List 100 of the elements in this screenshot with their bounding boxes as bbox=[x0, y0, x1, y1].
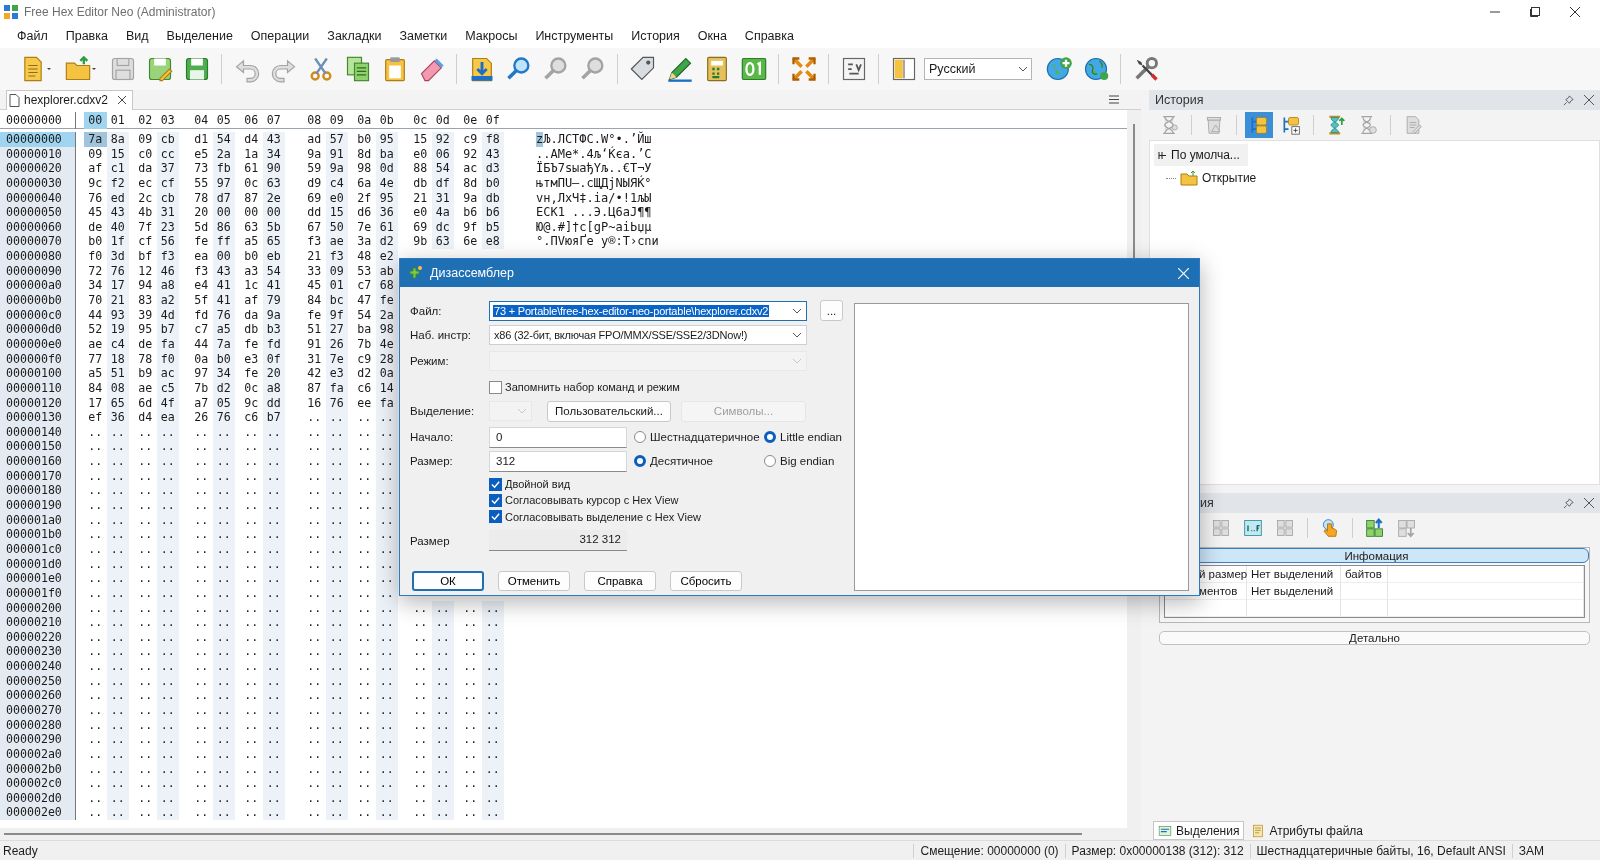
hex-byte[interactable]: .. bbox=[212, 776, 235, 791]
hex-byte[interactable]: .. bbox=[262, 571, 285, 586]
hex-byte[interactable]: .. bbox=[262, 498, 285, 513]
hex-byte[interactable]: .. bbox=[134, 439, 157, 455]
hex-byte[interactable]: .. bbox=[190, 717, 213, 733]
hex-byte[interactable]: 0a bbox=[375, 366, 398, 381]
hex-byte[interactable]: .. bbox=[134, 688, 157, 703]
hex-byte[interactable]: fd bbox=[190, 307, 213, 323]
hex-byte[interactable]: d2 bbox=[375, 234, 398, 250]
hex-byte[interactable]: .. bbox=[325, 454, 348, 469]
hex-byte[interactable]: .. bbox=[240, 673, 263, 689]
hex-byte[interactable]: .. bbox=[262, 644, 285, 660]
hex-byte[interactable]: .. bbox=[240, 512, 263, 528]
hex-byte[interactable]: .. bbox=[431, 615, 454, 630]
hex-byte[interactable]: 2f bbox=[353, 190, 376, 206]
hex-byte[interactable]: 0a bbox=[190, 351, 213, 367]
hex-byte[interactable]: .. bbox=[84, 424, 107, 440]
hex-byte[interactable]: 9c bbox=[240, 395, 263, 411]
hex-byte[interactable]: .. bbox=[409, 600, 432, 616]
hex-byte[interactable]: .. bbox=[134, 761, 157, 777]
hex-byte[interactable]: .. bbox=[353, 468, 376, 484]
hex-byte[interactable]: f8 bbox=[481, 132, 504, 147]
hex-byte[interactable]: .. bbox=[134, 527, 157, 542]
hex-byte[interactable]: 51 bbox=[106, 366, 129, 381]
hex-byte[interactable]: .. bbox=[84, 527, 107, 542]
hex-byte[interactable]: .. bbox=[240, 468, 263, 484]
hex-byte[interactable]: eb bbox=[262, 249, 285, 264]
hex-byte[interactable]: .. bbox=[134, 776, 157, 791]
hex-byte[interactable]: .. bbox=[481, 776, 504, 791]
tree-item[interactable]: По умолча... bbox=[1154, 144, 1248, 166]
hex-byte[interactable]: .. bbox=[84, 673, 107, 689]
browse-button[interactable]: ... bbox=[820, 300, 843, 321]
hex-byte[interactable]: .. bbox=[134, 644, 157, 660]
hex-byte[interactable]: .. bbox=[190, 571, 213, 586]
hex-byte[interactable]: .. bbox=[481, 615, 504, 630]
hex-byte[interactable]: .. bbox=[353, 585, 376, 601]
pin-icon[interactable] bbox=[1563, 497, 1574, 509]
hex-byte[interactable]: .. bbox=[303, 732, 326, 747]
hex-byte[interactable]: a5 bbox=[212, 322, 235, 337]
hex-byte[interactable]: .. bbox=[481, 659, 504, 674]
hex-byte[interactable]: 9a bbox=[303, 146, 326, 162]
hex-byte[interactable]: .. bbox=[106, 527, 129, 542]
hex-byte[interactable]: 8d bbox=[353, 146, 376, 162]
hex-byte[interactable]: .. bbox=[156, 732, 179, 747]
hex-byte[interactable]: 84 bbox=[303, 293, 326, 308]
panel-tab[interactable]: Выделения bbox=[1153, 821, 1245, 840]
hex-byte[interactable]: .. bbox=[353, 512, 376, 528]
hex-byte[interactable]: 0d bbox=[375, 161, 398, 176]
hex-byte[interactable]: .. bbox=[134, 673, 157, 689]
tree-item[interactable]: Открытие bbox=[1202, 171, 1257, 185]
hex-byte[interactable]: .. bbox=[303, 468, 326, 484]
hex-byte[interactable]: b3 bbox=[262, 322, 285, 337]
hex-byte[interactable]: .. bbox=[353, 659, 376, 674]
hex-byte[interactable]: .. bbox=[303, 688, 326, 703]
hex-byte[interactable]: 1c bbox=[240, 278, 263, 294]
hex-byte[interactable]: .. bbox=[84, 498, 107, 513]
hex-byte[interactable]: .. bbox=[409, 717, 432, 733]
hex-byte[interactable]: .. bbox=[240, 585, 263, 601]
hex-byte[interactable]: .. bbox=[134, 717, 157, 733]
hex-byte[interactable]: .. bbox=[353, 805, 376, 821]
hex-byte[interactable]: .. bbox=[459, 761, 482, 777]
hex-byte[interactable]: .. bbox=[84, 556, 107, 572]
hex-byte[interactable]: .. bbox=[240, 600, 263, 616]
hex-byte[interactable]: .. bbox=[303, 424, 326, 440]
hex-byte[interactable]: .. bbox=[303, 615, 326, 630]
hex-byte[interactable]: a8 bbox=[156, 278, 179, 294]
hex-byte[interactable]: .. bbox=[212, 498, 235, 513]
menu-item[interactable]: Файл bbox=[8, 25, 57, 46]
hex-byte[interactable]: .. bbox=[84, 790, 107, 806]
hex-byte[interactable]: .. bbox=[84, 629, 107, 645]
hex-byte[interactable]: .. bbox=[353, 541, 376, 557]
hex-byte[interactable]: .. bbox=[325, 688, 348, 703]
hex-byte[interactable]: .. bbox=[84, 600, 107, 616]
hex-byte[interactable]: 00 bbox=[212, 249, 235, 264]
close-icon[interactable] bbox=[1570, 6, 1580, 17]
hex-byte[interactable]: 21 bbox=[106, 293, 129, 308]
hex-byte[interactable]: ea bbox=[156, 410, 179, 425]
hex-byte[interactable]: .. bbox=[303, 644, 326, 660]
hex-byte[interactable]: 3a bbox=[353, 234, 376, 250]
hex-byte[interactable]: .. bbox=[353, 615, 376, 630]
hex-byte[interactable]: b0 bbox=[240, 249, 263, 264]
hex-byte[interactable]: .. bbox=[262, 527, 285, 542]
menu-item[interactable]: Справка bbox=[735, 25, 803, 46]
hex-byte[interactable]: 20 bbox=[262, 366, 285, 381]
hex-byte[interactable]: .. bbox=[240, 644, 263, 660]
hex-byte[interactable]: 36 bbox=[375, 205, 398, 220]
hex-byte[interactable]: 78 bbox=[134, 351, 157, 367]
hex-byte[interactable]: .. bbox=[481, 805, 504, 821]
hex-byte[interactable]: .. bbox=[240, 790, 263, 806]
hex-byte[interactable]: .. bbox=[459, 732, 482, 747]
hex-byte[interactable]: .. bbox=[106, 644, 129, 660]
hex-byte[interactable]: .. bbox=[409, 629, 432, 645]
hex-byte[interactable]: e3 bbox=[240, 351, 263, 367]
checkbox[interactable] bbox=[489, 477, 502, 491]
hex-byte[interactable]: .. bbox=[303, 585, 326, 601]
hex-byte[interactable]: .. bbox=[156, 439, 179, 455]
hex-byte[interactable]: .. bbox=[190, 512, 213, 528]
hex-byte[interactable]: ac bbox=[156, 366, 179, 381]
hex-byte[interactable]: .. bbox=[375, 615, 398, 630]
hex-byte[interactable]: 31 bbox=[303, 351, 326, 367]
